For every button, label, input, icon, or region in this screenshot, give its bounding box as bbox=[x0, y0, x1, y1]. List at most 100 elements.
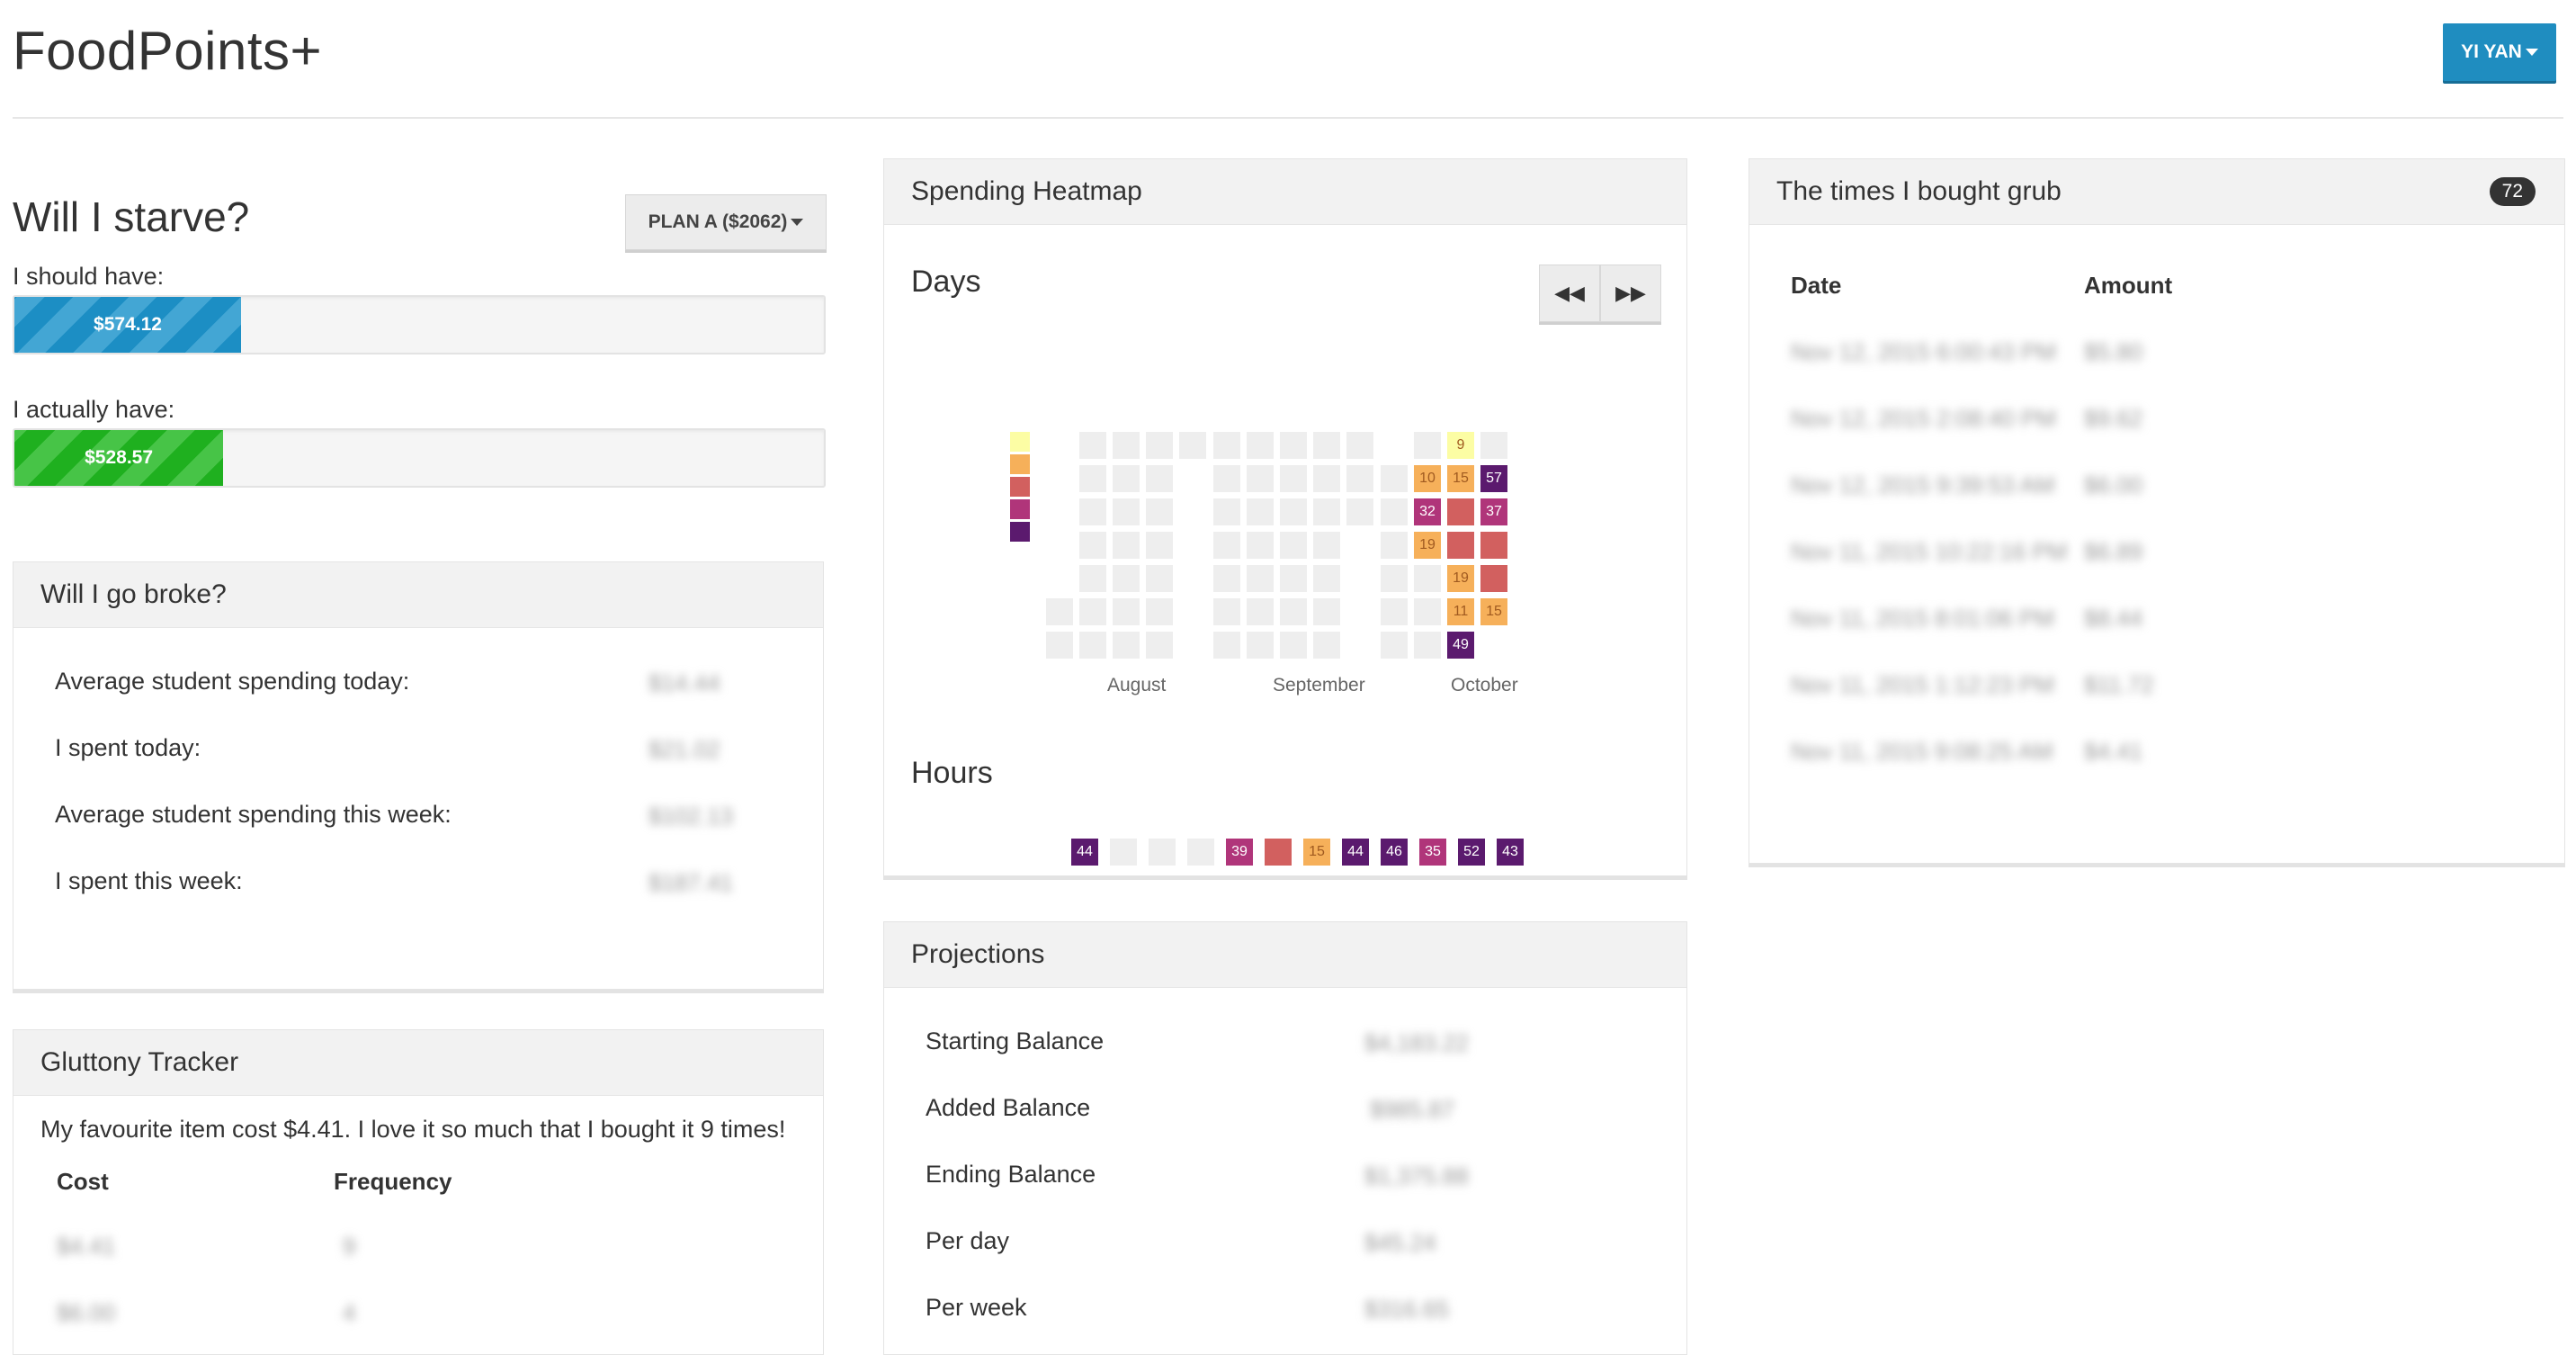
day-cell bbox=[1381, 598, 1408, 625]
frequency-cell: 4 bbox=[343, 1299, 356, 1326]
app-title: FoodPoints+ bbox=[13, 21, 323, 81]
day-cell bbox=[1313, 565, 1340, 592]
avg-today-value: $14.44 bbox=[648, 669, 720, 696]
days-section-label: Days bbox=[911, 265, 981, 299]
grub-panel-title: The times I bought grub 72 bbox=[1749, 159, 2564, 225]
ending-balance-value: $1,375.88 bbox=[1364, 1162, 1469, 1189]
day-cell bbox=[1213, 632, 1240, 659]
should-have-label: I should have: bbox=[13, 263, 165, 290]
added-balance-value: $985.87 bbox=[1370, 1096, 1454, 1123]
avg-week-value: $102.13 bbox=[648, 803, 733, 830]
day-cell bbox=[1213, 465, 1240, 492]
day-cell bbox=[1414, 565, 1441, 592]
ending-balance-label: Ending Balance bbox=[926, 1161, 1096, 1188]
day-cell bbox=[1146, 532, 1173, 559]
purchase-amount: $6.89 bbox=[2084, 538, 2143, 565]
actually-have-progress: $528.57 bbox=[13, 428, 826, 488]
plan-dropdown-button[interactable]: PLAN A ($2062) bbox=[625, 194, 827, 250]
day-cell bbox=[1079, 465, 1106, 492]
day-cell bbox=[1280, 565, 1307, 592]
projections-panel: Projections Starting Balance $4,183.22 A… bbox=[883, 921, 1687, 1355]
day-cell bbox=[1381, 465, 1408, 492]
per-week-value: $316.65 bbox=[1364, 1296, 1449, 1323]
day-cell bbox=[1079, 565, 1106, 592]
rewind-icon: ◀◀ bbox=[1554, 282, 1585, 304]
grub-panel: The times I bought grub 72 Date Amount N… bbox=[1749, 158, 2565, 864]
should-have-fill: $574.12 bbox=[14, 297, 241, 353]
purchase-amount: $5.80 bbox=[2084, 338, 2143, 365]
day-cell-value bbox=[1480, 532, 1507, 559]
previous-button[interactable]: ◀◀ bbox=[1539, 265, 1600, 322]
day-cell bbox=[1280, 465, 1307, 492]
next-button[interactable]: ▶▶ bbox=[1600, 265, 1661, 322]
day-cell-value: 37 bbox=[1480, 498, 1507, 525]
fast-forward-icon: ▶▶ bbox=[1615, 282, 1646, 304]
user-name: YI YAN bbox=[2461, 41, 2522, 62]
day-cell bbox=[1247, 465, 1274, 492]
day-cell-value bbox=[1447, 498, 1474, 525]
purchase-date: Nov 12, 2015 6:00:43 PM bbox=[1791, 338, 2056, 365]
day-cell-value: 57 bbox=[1480, 465, 1507, 492]
day-cell-value: 19 bbox=[1414, 532, 1441, 559]
spent-today-label: I spent today: bbox=[55, 734, 201, 761]
day-cell bbox=[1213, 432, 1240, 459]
day-cell bbox=[1480, 432, 1507, 459]
spent-week-label: I spent this week: bbox=[55, 867, 243, 894]
frequency-column-header: Frequency bbox=[334, 1168, 452, 1195]
day-cell bbox=[1280, 598, 1307, 625]
hour-cell bbox=[1187, 839, 1214, 866]
day-cell bbox=[1046, 632, 1073, 659]
hour-cell bbox=[1265, 839, 1292, 866]
day-cell bbox=[1146, 632, 1173, 659]
month-label-august: August bbox=[1107, 675, 1167, 695]
day-cell bbox=[1113, 532, 1140, 559]
day-cell bbox=[1079, 532, 1106, 559]
per-day-label: Per day bbox=[926, 1227, 1010, 1254]
day-cell-value: 49 bbox=[1447, 632, 1474, 659]
projections-panel-title: Projections bbox=[884, 922, 1686, 988]
purchase-date: Nov 11, 2015 9:08:25 AM bbox=[1791, 738, 2053, 765]
avg-today-label: Average student spending today: bbox=[55, 668, 410, 695]
day-cell bbox=[1113, 465, 1140, 492]
spent-today-value: $21.02 bbox=[648, 736, 720, 763]
day-cell bbox=[1079, 432, 1106, 459]
days-legend-swatch bbox=[1010, 477, 1030, 497]
day-cell bbox=[1079, 632, 1106, 659]
day-cell bbox=[1313, 598, 1340, 625]
per-day-value: $45.24 bbox=[1364, 1229, 1436, 1256]
purchase-amount: $11.72 bbox=[2084, 671, 2154, 698]
cost-cell: $4.41 bbox=[57, 1233, 116, 1260]
purchase-amount: $9.62 bbox=[2084, 405, 2143, 432]
day-cell bbox=[1280, 632, 1307, 659]
day-cell-value: 11 bbox=[1447, 598, 1474, 625]
starting-balance-label: Starting Balance bbox=[926, 1027, 1105, 1054]
day-cell bbox=[1381, 632, 1408, 659]
day-cell bbox=[1414, 598, 1441, 625]
month-label-october: October bbox=[1451, 675, 1518, 695]
days-legend-swatch bbox=[1010, 432, 1030, 452]
hour-cell: 43 bbox=[1497, 839, 1524, 866]
day-cell bbox=[1414, 632, 1441, 659]
gluttony-panel-title: Gluttony Tracker bbox=[13, 1030, 823, 1096]
day-cell bbox=[1079, 498, 1106, 525]
day-cell bbox=[1213, 532, 1240, 559]
broke-panel: Will I go broke? Average student spendin… bbox=[13, 561, 824, 990]
day-cell-value: 19 bbox=[1447, 565, 1474, 592]
should-have-value: $574.12 bbox=[94, 314, 162, 335]
day-cell bbox=[1346, 432, 1373, 459]
purchase-amount: $8.44 bbox=[2084, 605, 2143, 632]
purchase-date: Nov 12, 2015 9:39:53 AM bbox=[1791, 471, 2055, 498]
day-cell bbox=[1381, 498, 1408, 525]
day-cell bbox=[1313, 532, 1340, 559]
day-cell bbox=[1313, 465, 1340, 492]
day-cell bbox=[1113, 565, 1140, 592]
user-menu-button[interactable]: YI YAN bbox=[2443, 23, 2556, 81]
frequency-cell: 9 bbox=[343, 1233, 356, 1260]
purchase-count-badge: 72 bbox=[2489, 177, 2536, 206]
should-have-progress: $574.12 bbox=[13, 295, 826, 354]
day-cell bbox=[1381, 565, 1408, 592]
day-cell bbox=[1381, 532, 1408, 559]
day-cell bbox=[1079, 598, 1106, 625]
hour-cell bbox=[1110, 839, 1137, 866]
day-cell-value: 32 bbox=[1414, 498, 1441, 525]
